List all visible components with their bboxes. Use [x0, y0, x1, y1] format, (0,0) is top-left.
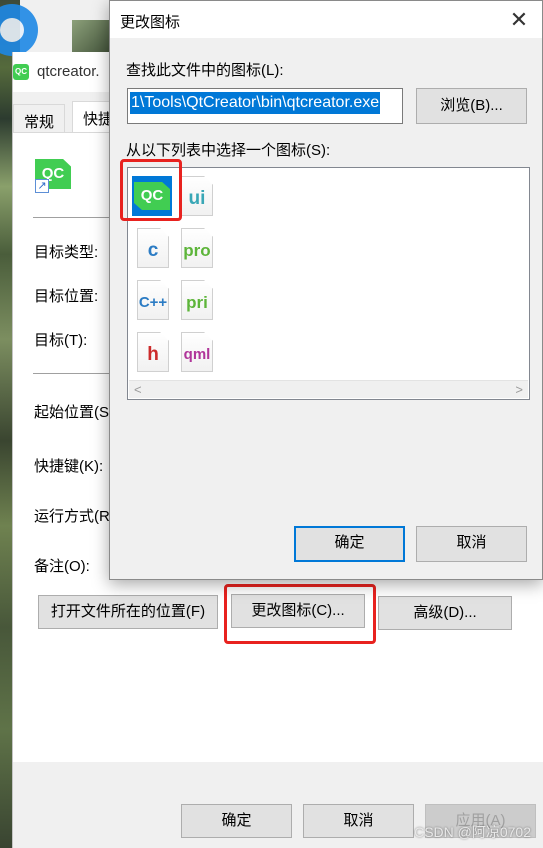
run-label: 运行方式(R)	[34, 508, 115, 525]
icon-list[interactable]: QC ui c pro C++ pri h qml < >	[127, 167, 530, 400]
ui-file-icon: ui	[181, 176, 213, 216]
select-icon-label: 从以下列表中选择一个图标(S):	[126, 142, 331, 159]
find-icons-label: 查找此文件中的图标(L):	[126, 62, 284, 79]
dialog-ok-button[interactable]: 确定	[294, 526, 405, 562]
icon-item[interactable]: pri	[176, 280, 216, 320]
scroll-left-icon[interactable]: <	[134, 382, 142, 397]
c-file-icon: c	[137, 228, 169, 268]
properties-cancel-button[interactable]: 取消	[303, 804, 414, 838]
comment-label: 备注(O):	[34, 558, 90, 575]
separator	[33, 373, 113, 374]
separator	[33, 217, 113, 218]
change-icon-button[interactable]: 更改图标(C)...	[231, 594, 365, 628]
qml-file-icon: qml	[181, 332, 213, 372]
desktop-app-icon	[0, 4, 38, 56]
horizontal-scrollbar[interactable]: < >	[129, 380, 528, 398]
icon-item[interactable]: ui	[176, 176, 216, 216]
pro-file-icon: pro	[181, 228, 213, 268]
qt-app-icon: QC	[13, 64, 29, 80]
tab-general[interactable]: 常规	[13, 104, 66, 132]
icon-item[interactable]: h	[132, 332, 172, 372]
dialog-cancel-button[interactable]: 取消	[416, 526, 527, 562]
target-label: 目标(T):	[34, 332, 88, 349]
qc-icon: QC	[134, 182, 170, 210]
start-in-label: 起始位置(S)	[34, 404, 114, 421]
dialog-title: 更改图标	[120, 14, 181, 31]
change-icon-dialog: 更改图标 ✕ 查找此文件中的图标(L): 1\Tools\QtCreator\b…	[109, 0, 543, 580]
scroll-right-icon[interactable]: >	[515, 382, 523, 397]
shortcut-arrow-icon: ↗	[35, 179, 49, 193]
pri-file-icon: pri	[181, 280, 213, 320]
file-path-value: 1\Tools\QtCreator\bin\qtcreator.exe	[130, 92, 381, 114]
cpp-file-icon: C++	[137, 280, 169, 320]
icon-item[interactable]: qml	[176, 332, 216, 372]
desktop-image-fragment	[72, 20, 112, 56]
icon-item[interactable]: c	[132, 228, 172, 268]
open-file-location-button[interactable]: 打开文件所在的位置(F)	[38, 595, 218, 629]
properties-ok-button[interactable]: 确定	[181, 804, 292, 838]
dialog-titlebar: 更改图标 ✕	[110, 1, 542, 38]
icon-item[interactable]: C++	[132, 280, 172, 320]
icon-item[interactable]: QC	[132, 176, 172, 216]
icon-item[interactable]: pro	[176, 228, 216, 268]
advanced-button[interactable]: 高级(D)...	[378, 596, 512, 630]
properties-title: qtcreator.	[37, 63, 100, 80]
close-icon[interactable]: ✕	[496, 1, 542, 38]
browse-button[interactable]: 浏览(B)...	[416, 88, 527, 124]
target-type-label: 目标类型:	[34, 244, 99, 261]
file-path-input[interactable]: 1\Tools\QtCreator\bin\qtcreator.exe	[127, 88, 403, 124]
target-location-label: 目标位置:	[34, 288, 99, 305]
h-file-icon: h	[137, 332, 169, 372]
watermark: CSDN @阿凉0702	[414, 824, 531, 840]
shortcut-key-label: 快捷键(K):	[34, 458, 104, 475]
